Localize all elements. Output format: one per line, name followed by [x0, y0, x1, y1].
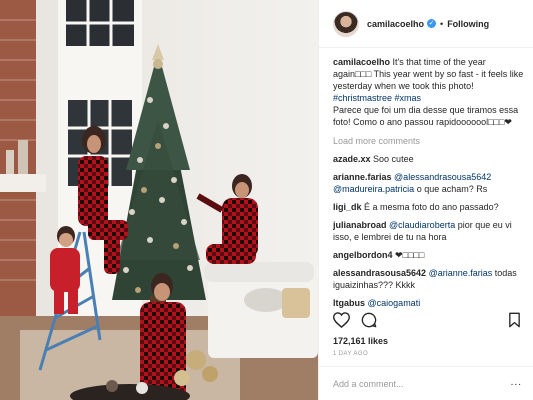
comment-username[interactable]: alessandrasousa5642 — [333, 268, 426, 278]
post-photo[interactable] — [0, 0, 318, 400]
comment-username[interactable]: julianabroad — [333, 220, 387, 230]
add-comment-bar: ... — [319, 366, 533, 400]
comment-text: É a mesma foto do ano passado? — [364, 202, 499, 212]
comment-mention[interactable]: @claudiaroberta — [389, 220, 455, 230]
comment-item: alessandrasousa5642 @arianne.farias toda… — [333, 267, 525, 291]
load-more-comments-button[interactable]: Load more comments — [333, 135, 525, 147]
comment-item: arianne.farias @alessandrasousa5642 @mad… — [333, 171, 525, 195]
comment-username[interactable]: ltgabus — [333, 298, 365, 308]
comment-username[interactable]: angelbordon4 — [333, 250, 393, 260]
heart-icon[interactable] — [332, 312, 351, 330]
comment-mention[interactable]: @alessandrasousa5642 — [394, 172, 491, 182]
add-comment-input[interactable] — [333, 377, 503, 391]
comment-item: azade.xx Soo cutee — [333, 153, 525, 165]
verified-badge-icon: ✓ — [427, 19, 437, 28]
christmas-family-photo — [0, 0, 318, 400]
comment-text: o que acham? Rs — [416, 184, 488, 194]
comments-list[interactable]: camilacoelho It's that time of the year … — [333, 56, 525, 308]
more-options-icon[interactable]: ... — [511, 377, 522, 388]
post-header: camilacoelho ✓ • Following — [319, 0, 533, 48]
post-timestamp[interactable]: 1 DAY AGO — [333, 351, 368, 357]
instagram-post-modal: camilacoelho ✓ • Following camilacoelho … — [0, 0, 533, 400]
caption-author[interactable]: camilacoelho — [333, 57, 390, 67]
comment-text: ❤□□□□ — [395, 250, 425, 260]
post-caption: camilacoelho It's that time of the year … — [333, 56, 525, 128]
post-side-panel: camilacoelho ✓ • Following camilacoelho … — [318, 0, 533, 400]
comment-username[interactable]: arianne.farias — [333, 172, 392, 182]
caption-text-2: Parece que foi um dia desse que tiramos … — [333, 105, 519, 127]
comment-item: ligi_dk É a mesma foto do ano passado? — [333, 201, 525, 213]
bookmark-icon[interactable] — [508, 312, 521, 330]
hashtag-christmastree[interactable]: #christmastree — [333, 93, 392, 103]
author-username[interactable]: camilacoelho — [367, 19, 424, 29]
comment-mention[interactable]: @caiogamati — [368, 298, 421, 308]
header-separator: • — [440, 18, 444, 29]
comment-bubble-icon[interactable] — [361, 312, 377, 330]
comment-mention[interactable]: @arianne.farias — [429, 268, 493, 278]
comment-username[interactable]: azade.xx — [333, 154, 371, 164]
comment-mention[interactable]: @madureira.patricia — [333, 184, 414, 194]
comment-item: angelbordon4 ❤□□□□ — [333, 249, 525, 261]
hashtag-xmas[interactable]: #xmas — [395, 93, 422, 103]
comment-text: Soo cutee — [373, 154, 414, 164]
author-avatar[interactable] — [333, 10, 359, 37]
comment-username[interactable]: ligi_dk — [333, 202, 362, 212]
following-button[interactable]: Following — [447, 19, 489, 29]
post-actions-bar — [332, 312, 521, 330]
comment-item: julianabroad @claudiaroberta pior que eu… — [333, 219, 525, 243]
likes-count[interactable]: 172,161 likes — [333, 336, 388, 346]
comment-item: ltgabus @caiogamati — [333, 297, 525, 308]
